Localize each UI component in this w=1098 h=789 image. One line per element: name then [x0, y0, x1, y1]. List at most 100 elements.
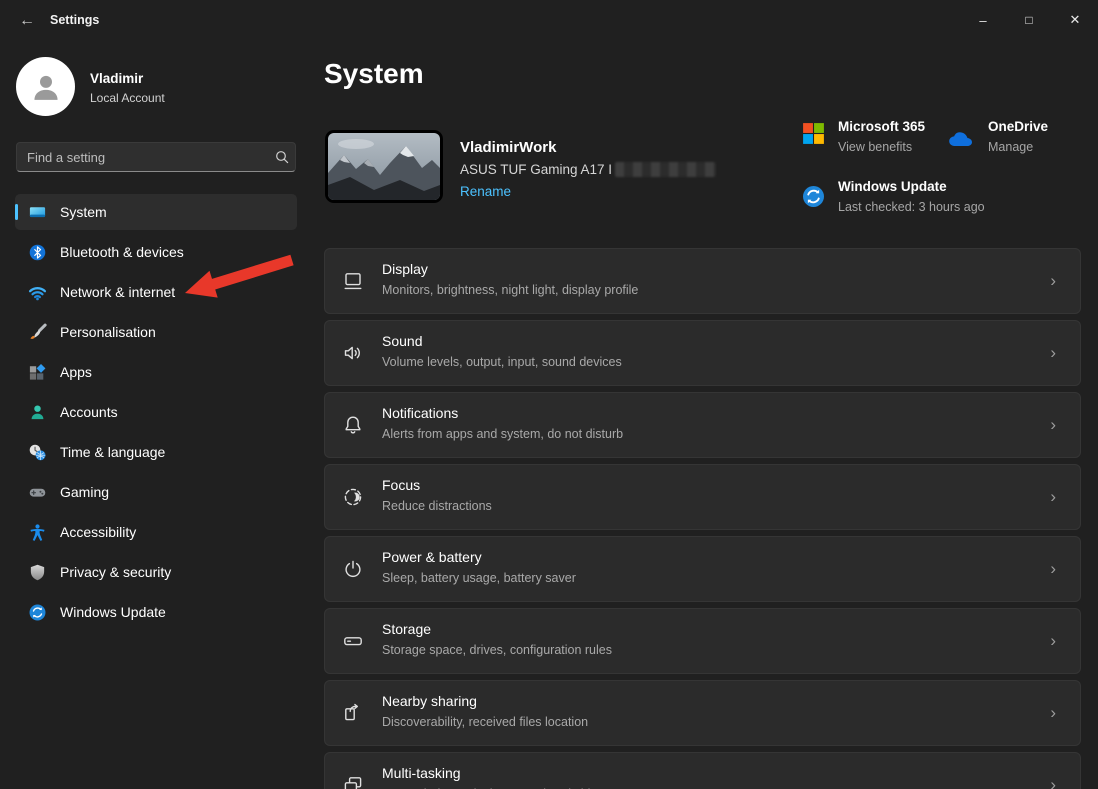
sound-icon: [341, 341, 365, 365]
back-arrow-icon: ←: [19, 12, 35, 30]
accessibility-person-icon: [28, 523, 47, 542]
wifi-icon: [28, 283, 47, 302]
device-model-redacted-blur: [615, 162, 716, 177]
focus-crescent-icon: [341, 485, 365, 509]
clock-globe-icon: [28, 443, 47, 462]
chevron-right-icon: ›: [1050, 774, 1056, 789]
search-box[interactable]: [16, 142, 296, 172]
row-multi-tasking[interactable]: Multi-tasking Snap windows, desktops, ta…: [324, 752, 1081, 789]
rename-link[interactable]: Rename: [460, 184, 511, 199]
sidebar-item-accounts[interactable]: Accounts: [15, 394, 297, 430]
sidebar-nav: System Bluetooth & devices Network & int…: [15, 194, 297, 634]
onedrive-icon: [947, 128, 978, 147]
chevron-right-icon: ›: [1050, 414, 1056, 436]
device-model-text: ASUS TUF Gaming A17 I: [460, 162, 612, 177]
row-title: Multi-tasking: [382, 765, 461, 781]
sidebar-item-accessibility[interactable]: Accessibility: [15, 514, 297, 550]
maximize-button[interactable]: □: [1006, 0, 1052, 40]
back-button[interactable]: ←: [10, 7, 44, 34]
windows-update-icon: [28, 603, 47, 622]
row-title: Storage: [382, 621, 431, 637]
row-sound[interactable]: Sound Volume levels, output, input, soun…: [324, 320, 1081, 386]
sidebar-item-label: Privacy & security: [60, 564, 171, 580]
row-title: Sound: [382, 333, 422, 349]
accounts-person-icon: [28, 403, 47, 422]
sidebar-item-label: System: [60, 204, 107, 220]
row-title: Nearby sharing: [382, 693, 477, 709]
search-input[interactable]: [17, 150, 269, 165]
row-power-battery[interactable]: Power & battery Sleep, battery usage, ba…: [324, 536, 1081, 602]
sidebar-item-bluetooth-devices[interactable]: Bluetooth & devices: [15, 234, 297, 270]
row-display[interactable]: Display Monitors, brightness, night ligh…: [324, 248, 1081, 314]
device-model: ASUS TUF Gaming A17 I: [460, 162, 716, 177]
avatar[interactable]: [16, 57, 75, 116]
sidebar-item-system[interactable]: System: [15, 194, 297, 230]
row-title: Power & battery: [382, 549, 482, 565]
onedrive-action[interactable]: Manage: [988, 140, 1033, 154]
row-title: Display: [382, 261, 428, 277]
window-title: Settings: [50, 13, 99, 27]
storage-drive-icon: [341, 629, 365, 653]
system-icon: [28, 203, 47, 222]
chevron-right-icon: ›: [1050, 342, 1056, 364]
sidebar-item-apps[interactable]: Apps: [15, 354, 297, 390]
bluetooth-icon: [28, 243, 47, 262]
row-focus[interactable]: Focus Reduce distractions ›: [324, 464, 1081, 530]
microsoft-365-icon: [802, 122, 825, 145]
selection-indicator: [15, 204, 18, 220]
row-notifications[interactable]: Notifications Alerts from apps and syste…: [324, 392, 1081, 458]
sidebar-item-label: Network & internet: [60, 284, 175, 300]
row-title: Notifications: [382, 405, 458, 421]
multitasking-windows-icon: [341, 773, 365, 789]
device-wallpaper-thumbnail: [325, 130, 443, 203]
power-icon: [341, 557, 365, 581]
minimize-icon: –: [979, 13, 986, 28]
sidebar-item-label: Gaming: [60, 484, 109, 500]
microsoft-365-title: Microsoft 365: [838, 119, 925, 134]
sidebar-item-label: Personalisation: [60, 324, 156, 340]
sidebar-item-label: Accessibility: [60, 524, 136, 540]
window-controls: – □ ✕: [960, 0, 1098, 40]
row-subtitle: Reduce distractions: [382, 499, 492, 513]
close-button[interactable]: ✕: [1052, 0, 1098, 40]
page-title: System: [324, 58, 424, 90]
sidebar-item-label: Windows Update: [60, 604, 166, 620]
sidebar-item-label: Apps: [60, 364, 92, 380]
row-storage[interactable]: Storage Storage space, drives, configura…: [324, 608, 1081, 674]
sidebar-item-personalisation[interactable]: Personalisation: [15, 314, 297, 350]
sidebar-item-network-internet[interactable]: Network & internet: [15, 274, 297, 310]
display-icon: [341, 269, 365, 293]
minimize-button[interactable]: –: [960, 0, 1006, 40]
sidebar-item-gaming[interactable]: Gaming: [15, 474, 297, 510]
settings-window: ← Settings – □ ✕ Vladimir Local Account …: [0, 0, 1098, 789]
row-subtitle: Volume levels, output, input, sound devi…: [382, 355, 622, 369]
sidebar-item-label: Accounts: [60, 404, 118, 420]
mountain-wallpaper-image: [328, 133, 440, 200]
sidebar-item-privacy-security[interactable]: Privacy & security: [15, 554, 297, 590]
bell-icon: [341, 413, 365, 437]
gamepad-icon: [28, 483, 47, 502]
row-subtitle: Sleep, battery usage, battery saver: [382, 571, 576, 585]
sidebar-item-windows-update[interactable]: Windows Update: [15, 594, 297, 630]
chevron-right-icon: ›: [1050, 630, 1056, 652]
chevron-right-icon: ›: [1050, 558, 1056, 580]
chevron-right-icon: ›: [1050, 486, 1056, 508]
row-subtitle: Monitors, brightness, night light, displ…: [382, 283, 638, 297]
apps-icon: [28, 363, 47, 382]
row-subtitle: Discoverability, received files location: [382, 715, 588, 729]
microsoft-365-action[interactable]: View benefits: [838, 140, 912, 154]
windows-update-last-checked: Last checked: 3 hours ago: [838, 200, 985, 214]
onedrive-title: OneDrive: [988, 119, 1048, 134]
row-subtitle: Storage space, drives, configuration rul…: [382, 643, 612, 657]
windows-update-status-title: Windows Update: [838, 179, 947, 194]
close-icon: ✕: [1070, 12, 1081, 28]
row-nearby-sharing[interactable]: Nearby sharing Discoverability, received…: [324, 680, 1081, 746]
chevron-right-icon: ›: [1050, 270, 1056, 292]
sidebar-item-time-language[interactable]: Time & language: [15, 434, 297, 470]
sidebar-item-label: Time & language: [60, 444, 165, 460]
row-title: Focus: [382, 477, 420, 493]
profile-account-type: Local Account: [90, 91, 165, 105]
chevron-right-icon: ›: [1050, 702, 1056, 724]
profile-name: Vladimir: [90, 71, 143, 86]
person-icon: [28, 69, 64, 105]
